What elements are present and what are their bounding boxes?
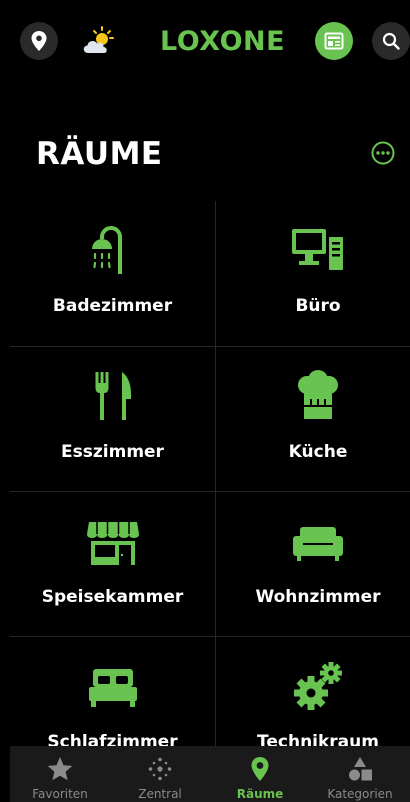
map-pin-icon xyxy=(251,757,269,781)
room-tile-technikraum[interactable]: Technikraum xyxy=(215,636,410,746)
page-title: RÄUME xyxy=(36,136,163,172)
more-options-icon[interactable] xyxy=(371,141,395,165)
chef-hat-icon xyxy=(298,370,338,419)
loxone-logo: LOXONE xyxy=(160,26,286,57)
room-label: Badezimmer xyxy=(52,296,173,316)
gears-icon xyxy=(294,662,342,710)
tab-favoriten[interactable]: Favoriten xyxy=(10,746,110,802)
partly-sunny-icon[interactable] xyxy=(80,24,116,58)
room-tile-wohnzimmer[interactable]: Wohnzimmer xyxy=(215,491,410,636)
tab-zentral[interactable]: Zentral xyxy=(110,746,210,802)
cutlery-icon xyxy=(95,372,131,420)
categories-icon xyxy=(349,757,372,781)
tab-label: Favoriten xyxy=(32,787,88,801)
room-tile-badezimmer[interactable]: Badezimmer xyxy=(10,201,215,346)
map-pin-icon xyxy=(31,31,47,51)
top-bar: LOXONE xyxy=(0,0,410,80)
rooms-grid: Badezimmer Büro Esszimmer Küche Speiseka… xyxy=(10,201,410,746)
room-tile-speisekammer[interactable]: Speisekammer xyxy=(10,491,215,636)
room-tile-schlafzimmer[interactable]: Schlafzimmer xyxy=(10,636,215,746)
shower-icon xyxy=(91,226,122,274)
room-tile-kueche[interactable]: Küche xyxy=(215,346,410,491)
pantry-shop-icon xyxy=(86,522,139,565)
search-button[interactable] xyxy=(372,22,410,60)
room-label: Wohnzimmer xyxy=(255,587,381,607)
location-button[interactable] xyxy=(20,22,58,60)
news-button[interactable] xyxy=(315,22,353,60)
room-label: Esszimmer xyxy=(61,442,164,462)
computer-icon xyxy=(292,229,343,270)
tab-raeume[interactable]: Räume xyxy=(210,746,310,802)
tab-kategorien[interactable]: Kategorien xyxy=(310,746,410,802)
bed-icon xyxy=(88,669,137,707)
tab-label: Räume xyxy=(236,787,284,801)
room-label: Büro xyxy=(295,296,341,316)
central-dots-icon xyxy=(148,757,172,781)
tab-label: Kategorien xyxy=(327,787,393,801)
room-tile-esszimmer[interactable]: Esszimmer xyxy=(10,346,215,491)
search-icon xyxy=(382,32,400,50)
room-tile-buero[interactable]: Büro xyxy=(215,201,410,346)
tab-label: Zentral xyxy=(138,787,182,801)
bottom-tab-bar: Favoriten Zentral Räume Kategorien xyxy=(10,746,410,802)
sofa-icon xyxy=(293,527,343,561)
star-icon xyxy=(47,757,73,781)
room-label: Küche xyxy=(288,442,348,462)
room-label: Technikraum xyxy=(257,732,379,746)
room-label: Speisekammer xyxy=(41,587,184,607)
room-label: Schlafzimmer xyxy=(47,732,178,746)
newspaper-icon xyxy=(324,32,344,50)
